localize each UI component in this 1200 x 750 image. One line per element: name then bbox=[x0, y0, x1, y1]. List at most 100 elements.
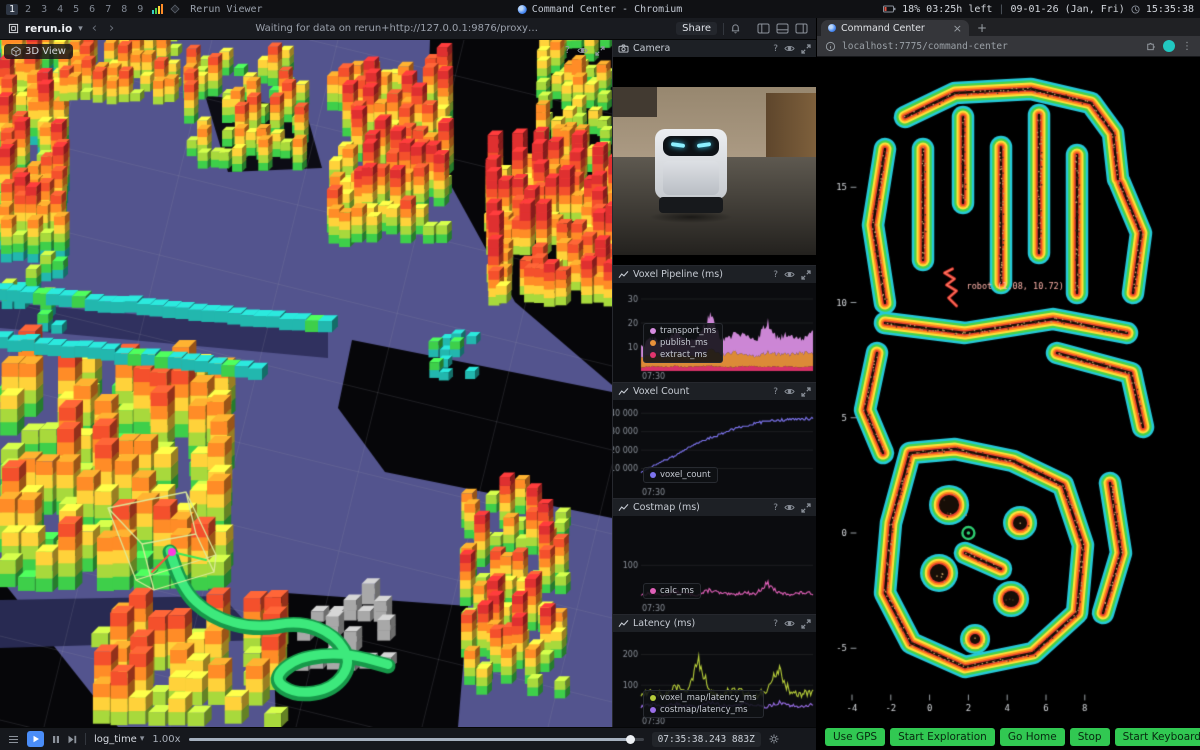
stop-button[interactable]: Stop bbox=[1070, 728, 1110, 746]
plot-legend: voxel_map/latency_ms costmap/latency_ms bbox=[643, 690, 764, 718]
plot-legend: transport_ms publish_ms extract_ms bbox=[643, 323, 723, 363]
workspace-button-3[interactable]: 3 bbox=[38, 4, 50, 15]
system-time: 15:35:38 bbox=[1146, 4, 1194, 15]
camera-icon bbox=[618, 44, 629, 53]
3d-view-tab-label: 3D View bbox=[25, 46, 66, 57]
workspace-button-1[interactable]: 1 bbox=[6, 4, 18, 15]
extensions-icon[interactable] bbox=[1145, 41, 1156, 52]
3d-view-tab[interactable]: 3D View bbox=[4, 44, 73, 59]
start-keyboard-control-button[interactable]: Start Keyboard Control bbox=[1115, 728, 1200, 746]
maximize-icon[interactable] bbox=[801, 270, 811, 280]
toggle-bottom-panel-icon[interactable] bbox=[776, 23, 789, 34]
visibility-icon[interactable] bbox=[784, 387, 795, 396]
control-buttons: Use GPS Start Exploration Go Home Stop S… bbox=[825, 728, 1200, 746]
3d-viewport[interactable] bbox=[0, 40, 612, 727]
site-info-icon[interactable] bbox=[825, 41, 836, 52]
latency-plot[interactable]: voxel_map/latency_ms costmap/latency_ms bbox=[613, 632, 816, 731]
latency-header[interactable]: Latency (ms) ? bbox=[613, 615, 816, 632]
rerun-logo-icon[interactable] bbox=[8, 23, 19, 34]
tab-command-center[interactable]: Command Center × bbox=[821, 20, 969, 36]
workspace-button-9[interactable]: 9 bbox=[134, 4, 146, 15]
chromium-icon bbox=[518, 5, 527, 14]
maximize-icon[interactable] bbox=[801, 503, 811, 513]
voxel-pipeline-title: Voxel Pipeline (ms) bbox=[633, 269, 723, 280]
toggle-right-panel-icon[interactable] bbox=[795, 23, 808, 34]
legend-label: voxel_count bbox=[660, 470, 711, 480]
rerun-main-area: 3D View ? Camera ? bbox=[0, 40, 816, 727]
cube-icon bbox=[11, 46, 21, 57]
visibility-icon[interactable] bbox=[784, 44, 795, 53]
help-icon[interactable]: ? bbox=[773, 270, 778, 280]
maximize-icon[interactable] bbox=[595, 46, 605, 56]
use-gps-button[interactable]: Use GPS bbox=[825, 728, 885, 746]
latency-title: Latency (ms) bbox=[633, 618, 695, 629]
workspace-button-7[interactable]: 7 bbox=[102, 4, 114, 15]
camera-dark-corner bbox=[613, 87, 657, 117]
camera-panel-header[interactable]: Camera ? bbox=[613, 40, 816, 57]
toggle-left-panel-icon[interactable] bbox=[757, 23, 770, 34]
legend-label: publish_ms bbox=[660, 338, 708, 348]
robot-torso bbox=[663, 161, 719, 195]
maximize-icon[interactable] bbox=[801, 619, 811, 629]
connection-status-text: Waiting for data on rerun+http://127.0.0… bbox=[123, 23, 670, 34]
timeline-scrubber[interactable] bbox=[189, 738, 644, 741]
step-forward-button[interactable] bbox=[68, 735, 77, 744]
visibility-icon[interactable] bbox=[784, 503, 795, 512]
help-icon[interactable]: ? bbox=[565, 45, 570, 56]
tab-close-icon[interactable]: × bbox=[953, 23, 962, 34]
timeline-settings-icon[interactable] bbox=[769, 734, 779, 744]
visibility-icon[interactable] bbox=[577, 46, 588, 55]
help-icon[interactable]: ? bbox=[773, 387, 778, 397]
maximize-icon[interactable] bbox=[801, 387, 811, 397]
legend-label: costmap/latency_ms bbox=[660, 705, 748, 715]
legend-label: extract_ms bbox=[660, 350, 707, 360]
profile-avatar[interactable] bbox=[1163, 40, 1175, 52]
timeline-menu-icon[interactable] bbox=[8, 735, 19, 744]
workspace-button-6[interactable]: 6 bbox=[86, 4, 98, 15]
legend-label: voxel_map/latency_ms bbox=[660, 693, 757, 703]
voxel-count-header[interactable]: Voxel Count ? bbox=[613, 383, 816, 400]
play-button[interactable] bbox=[27, 731, 44, 747]
rerun-taskbar-icon[interactable] bbox=[170, 4, 180, 14]
center-window-title: Command Center - Chromium bbox=[518, 4, 683, 15]
rerun-menu-button[interactable]: rerun.io bbox=[25, 23, 72, 35]
costmap-canvas[interactable] bbox=[817, 57, 1200, 726]
workspace-button-2[interactable]: 2 bbox=[22, 4, 34, 15]
voxel-count-plot[interactable]: voxel_count bbox=[613, 400, 816, 498]
workspace-button-4[interactable]: 4 bbox=[54, 4, 66, 15]
voxel-pipeline-plot[interactable]: transport_ms publish_ms extract_ms bbox=[613, 283, 816, 382]
system-monitor-icon[interactable] bbox=[152, 4, 164, 14]
costmap-header[interactable]: Costmap (ms) ? bbox=[613, 499, 816, 516]
back-button[interactable]: ‹ bbox=[89, 21, 100, 36]
chromium-window: Command Center × + localhost:7775/comman… bbox=[816, 18, 1200, 750]
maximize-icon[interactable] bbox=[801, 44, 811, 54]
voxel-pipeline-header[interactable]: Voxel Pipeline (ms) ? bbox=[613, 266, 816, 283]
voxel-count-panel: Voxel Count ? voxel_count bbox=[613, 383, 816, 499]
tab-strip: Command Center × + bbox=[817, 18, 1200, 36]
help-icon[interactable]: ? bbox=[773, 44, 778, 54]
forward-button[interactable]: › bbox=[106, 21, 117, 36]
help-icon[interactable]: ? bbox=[773, 619, 778, 629]
notifications-bell-icon[interactable] bbox=[730, 23, 741, 34]
costmap-plot[interactable]: calc_ms bbox=[613, 516, 816, 614]
playback-speed[interactable]: 1.00x bbox=[152, 734, 180, 745]
browser-menu-icon[interactable]: ⋮ bbox=[1182, 41, 1192, 52]
visibility-icon[interactable] bbox=[784, 270, 795, 279]
chart-icon bbox=[618, 503, 629, 512]
tray-separator: | bbox=[998, 4, 1004, 15]
workspace-button-8[interactable]: 8 bbox=[118, 4, 130, 15]
start-exploration-button[interactable]: Start Exploration bbox=[890, 728, 995, 746]
share-button[interactable]: Share bbox=[676, 22, 717, 35]
address-bar[interactable]: localhost:7775/command-center bbox=[842, 41, 1139, 52]
timeline-selector[interactable]: log_time▾ bbox=[94, 734, 144, 745]
go-home-button[interactable]: Go Home bbox=[1000, 728, 1065, 746]
workspace-button-5[interactable]: 5 bbox=[70, 4, 82, 15]
timeline-playhead[interactable] bbox=[626, 735, 635, 744]
visibility-icon[interactable] bbox=[784, 619, 795, 628]
pause-button[interactable] bbox=[52, 735, 60, 744]
plot-legend: voxel_count bbox=[643, 467, 718, 483]
new-tab-button[interactable]: + bbox=[969, 20, 995, 36]
chevron-down-icon: ▾ bbox=[78, 24, 83, 34]
workspace-switcher: 1 2 3 4 5 6 7 8 9 bbox=[6, 4, 146, 15]
help-icon[interactable]: ? bbox=[773, 503, 778, 513]
